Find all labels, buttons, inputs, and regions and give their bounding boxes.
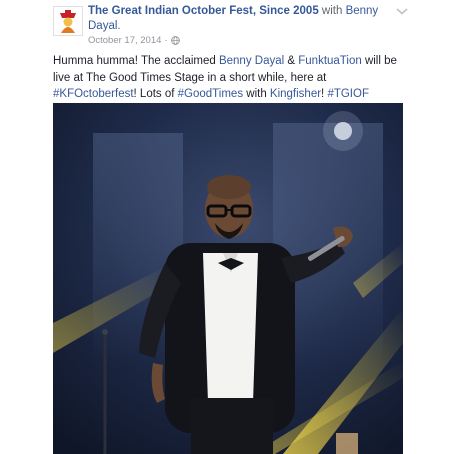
message-text: ! Lots of	[133, 88, 178, 100]
with-label: with	[321, 5, 343, 17]
hashtag-kfoctoberfest[interactable]: #KFOctoberfest	[53, 88, 134, 100]
chevron-down-icon[interactable]	[395, 6, 409, 16]
tag-link-kingfisher[interactable]: Kingfisher	[270, 88, 321, 100]
globe-icon[interactable]	[170, 36, 180, 45]
page-name-link[interactable]: The Great Indian October Fest, Since 200…	[88, 5, 319, 17]
post-timestamp[interactable]: October 17, 2014	[88, 35, 161, 46]
post-photo[interactable]	[53, 103, 403, 454]
meta-separator: ·	[164, 35, 168, 46]
message-text: with	[243, 88, 270, 100]
page-avatar[interactable]	[53, 6, 83, 36]
tag-link-funktuation[interactable]: FunktuaTion	[298, 55, 362, 67]
post-meta: October 17, 2014 ·	[88, 35, 180, 46]
facebook-post: The Great Indian October Fest, Since 200…	[0, 0, 454, 454]
tag-link-benny-dayal[interactable]: Benny Dayal	[219, 55, 284, 67]
concert-photo-image	[53, 103, 403, 454]
hashtag-goodtimes[interactable]: #GoodTimes	[178, 88, 243, 100]
hashtag-tgiof[interactable]: #TGIOF	[327, 88, 369, 100]
header-period: .	[117, 20, 121, 32]
message-text: &	[284, 55, 299, 67]
message-text: Humma humma! The acclaimed	[53, 55, 219, 67]
october-fest-logo-icon	[54, 7, 82, 35]
post-header: The Great Indian October Fest, Since 200…	[88, 4, 388, 34]
post-message: Humma humma! The acclaimed Benny Dayal &…	[53, 53, 405, 103]
